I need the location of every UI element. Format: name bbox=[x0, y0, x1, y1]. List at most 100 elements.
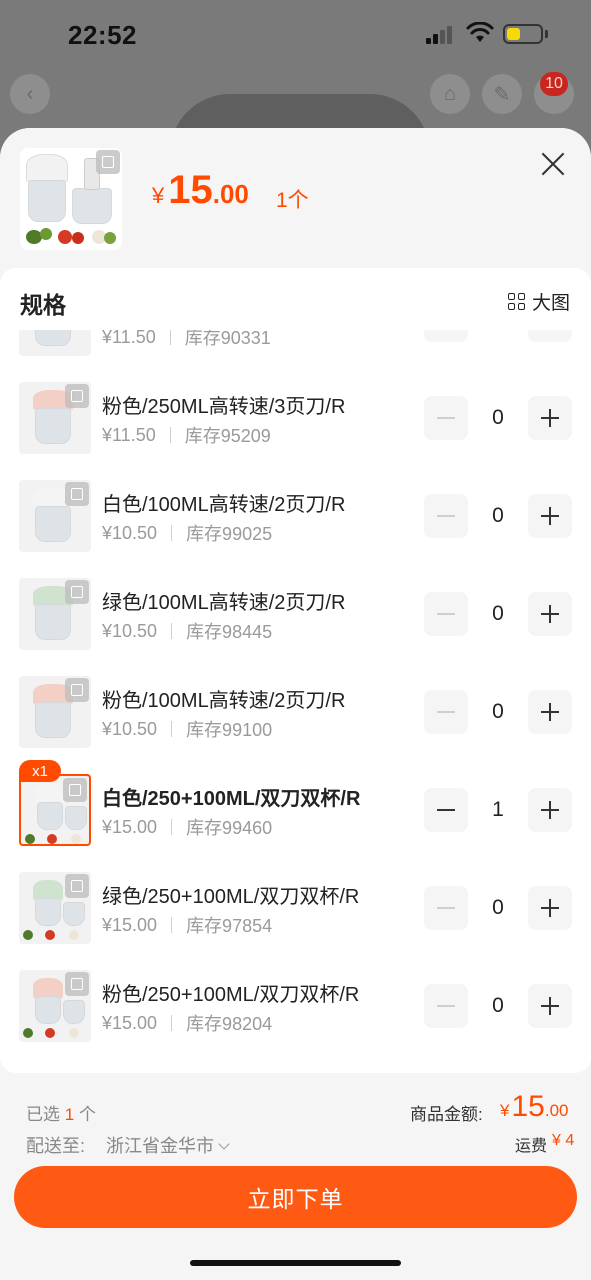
spec-panel: 规格 大图 ¥11.50库存903310粉色/250ML高转速/3页刀/R¥11… bbox=[0, 268, 591, 1073]
buy-now-button[interactable]: 立即下单 bbox=[14, 1166, 577, 1228]
variant-quantity: 0 bbox=[492, 994, 504, 1017]
variant-quantity: 0 bbox=[492, 896, 504, 919]
variant-quantity: 0 bbox=[492, 504, 504, 527]
variant-meta: ¥15.00 库存98204 bbox=[102, 1010, 272, 1036]
variant-name: 粉色/250+100ML/双刀双杯/R bbox=[102, 984, 360, 1006]
increase-button[interactable] bbox=[528, 690, 572, 734]
increase-button[interactable] bbox=[528, 396, 572, 440]
variant-thumbnail[interactable] bbox=[19, 480, 91, 552]
variant-price: ¥15.00 bbox=[102, 816, 158, 837]
decrease-button[interactable] bbox=[424, 396, 468, 440]
wifi-icon bbox=[466, 22, 494, 42]
variant-quantity: 1 bbox=[492, 798, 504, 821]
variant-name: 粉色/250ML高转速/3页刀/R bbox=[102, 396, 346, 418]
variant-price: ¥11.50 bbox=[102, 424, 156, 445]
decrease-button[interactable] bbox=[424, 690, 468, 734]
close-icon[interactable] bbox=[538, 150, 568, 180]
variant-name: 白色/100ML高转速/2页刀/R bbox=[102, 494, 346, 516]
decrease-button[interactable] bbox=[424, 984, 468, 1028]
variant-price: ¥10.50 bbox=[102, 522, 158, 543]
variant-price: ¥15.00 bbox=[102, 1012, 158, 1033]
ship-label: 配送至: bbox=[26, 1136, 86, 1156]
zoom-icon bbox=[65, 678, 89, 702]
variant-meta: ¥11.50 库存90331 bbox=[102, 330, 271, 350]
variant-name: 粉色/100ML高转速/2页刀/R bbox=[102, 690, 346, 712]
decrease-button[interactable] bbox=[424, 330, 468, 342]
variant-row[interactable]: 粉色/250+100ML/双刀双杯/R ¥15.00 库存98204 0 bbox=[0, 968, 591, 1066]
amount-label: 商品金额: bbox=[410, 1105, 483, 1124]
battery-icon bbox=[503, 24, 543, 44]
variant-thumbnail[interactable] bbox=[19, 970, 91, 1042]
variant-thumbnail[interactable] bbox=[19, 578, 91, 650]
variant-thumbnail[interactable] bbox=[19, 872, 91, 944]
increase-button[interactable] bbox=[528, 788, 572, 832]
variant-meta: ¥15.00 库存97854 bbox=[102, 912, 272, 938]
decrease-button[interactable] bbox=[424, 788, 468, 832]
share-icon: ✎ bbox=[482, 74, 522, 114]
variant-meta: ¥11.50 库存95209 bbox=[102, 422, 271, 448]
variant-stock: 库存99100 bbox=[186, 720, 273, 740]
decrease-button[interactable] bbox=[424, 494, 468, 538]
sku-selector-sheet: ¥15.00 1个 规格 大图 ¥11.50库存903310粉色/250ML高转… bbox=[0, 128, 591, 1280]
variant-thumbnail[interactable] bbox=[19, 676, 91, 748]
variant-quantity: 0 bbox=[492, 700, 504, 723]
variant-name: 绿色/250+100ML/双刀双杯/R bbox=[102, 886, 360, 908]
increase-button[interactable] bbox=[528, 494, 572, 538]
variant-quantity: 0 bbox=[492, 602, 504, 625]
chevron-down-icon bbox=[218, 1138, 230, 1150]
zoom-icon bbox=[65, 482, 89, 506]
amount-value: ¥15.00 bbox=[500, 1090, 569, 1123]
increase-button[interactable] bbox=[528, 592, 572, 636]
zoom-icon bbox=[65, 580, 89, 604]
variant-quantity: 0 bbox=[492, 406, 504, 429]
sheet-header: ¥15.00 1个 bbox=[0, 128, 591, 268]
back-icon: ‹ bbox=[10, 74, 50, 114]
decrease-button[interactable] bbox=[424, 886, 468, 930]
increase-button[interactable] bbox=[528, 330, 572, 342]
variant-row[interactable]: 白色/100ML高转速/2页刀/R ¥10.50 库存99025 0 bbox=[0, 478, 591, 576]
variant-row[interactable]: 绿色/100ML高转速/2页刀/R ¥10.50 库存98445 0 bbox=[0, 576, 591, 674]
increase-button[interactable] bbox=[528, 886, 572, 930]
variant-thumbnail[interactable] bbox=[19, 382, 91, 454]
grid-icon bbox=[508, 292, 526, 311]
ship-destination[interactable]: 浙江省金华市 bbox=[106, 1132, 230, 1158]
variant-price: ¥11.50 bbox=[102, 330, 156, 347]
variant-meta: ¥15.00 库存99460 bbox=[102, 814, 272, 840]
variant-stock: 库存97854 bbox=[186, 916, 273, 936]
variant-thumbnail[interactable] bbox=[19, 774, 91, 846]
variant-thumbnail[interactable] bbox=[19, 330, 91, 356]
variant-stock: 库存98204 bbox=[186, 1014, 273, 1034]
variant-quantity: 0 bbox=[468, 330, 528, 332]
product-main-thumbnail[interactable] bbox=[20, 148, 122, 250]
cart-count-badge: 10 bbox=[540, 72, 568, 96]
big-image-toggle[interactable]: 大图 bbox=[508, 288, 570, 315]
signal-icon bbox=[426, 26, 456, 44]
zoom-icon bbox=[65, 874, 89, 898]
variant-stock: 库存98445 bbox=[186, 622, 273, 642]
variant-row[interactable]: 粉色/250ML高转速/3页刀/R ¥11.50 库存95209 0 bbox=[0, 380, 591, 478]
increase-button[interactable] bbox=[528, 984, 572, 1028]
zoom-icon bbox=[65, 384, 89, 408]
variant-meta: ¥10.50 库存99100 bbox=[102, 716, 272, 742]
variant-row[interactable]: x1 白色/250+100ML/双刀双杯/R ¥15.00 库存99460 1 bbox=[0, 760, 591, 870]
variant-price: ¥10.50 bbox=[102, 620, 158, 641]
variant-row[interactable]: 粉色/100ML高转速/2页刀/R ¥10.50 库存99100 0 bbox=[0, 674, 591, 772]
variant-list[interactable]: ¥11.50 库存90331 0 粉色/250ML高转速/3页刀/R ¥11.50 库存9… bbox=[0, 330, 591, 1073]
variant-stock: 库存99460 bbox=[186, 818, 273, 838]
variant-stock: 库存95209 bbox=[184, 426, 271, 446]
order-footer: 已选 1 个 配送至: 浙江省金华市 商品金额: ¥15.00 运费 ¥ 4 立… bbox=[0, 1088, 591, 1280]
zoom-icon bbox=[63, 778, 87, 802]
spec-title: 规格 bbox=[20, 292, 66, 318]
decrease-button[interactable] bbox=[424, 592, 468, 636]
variant-row[interactable]: 绿色/250+100ML/双刀双杯/R ¥15.00 库存97854 0 bbox=[0, 870, 591, 968]
variant-stock: 库存90331 bbox=[184, 330, 271, 348]
variant-row[interactable]: ¥11.50 库存90331 0 bbox=[0, 330, 591, 380]
cart-icon: ⌂ bbox=[430, 74, 470, 114]
variant-name: 白色/250+100ML/双刀双杯/R bbox=[102, 788, 361, 810]
big-image-label: 大图 bbox=[532, 293, 571, 314]
selected-count: 已选 1 个 bbox=[26, 1105, 96, 1124]
selected-price: ¥15.00 bbox=[152, 168, 249, 212]
zoom-icon bbox=[96, 150, 120, 174]
status-time: 22:52 bbox=[68, 20, 137, 50]
selected-count-badge: x1 bbox=[19, 760, 61, 782]
